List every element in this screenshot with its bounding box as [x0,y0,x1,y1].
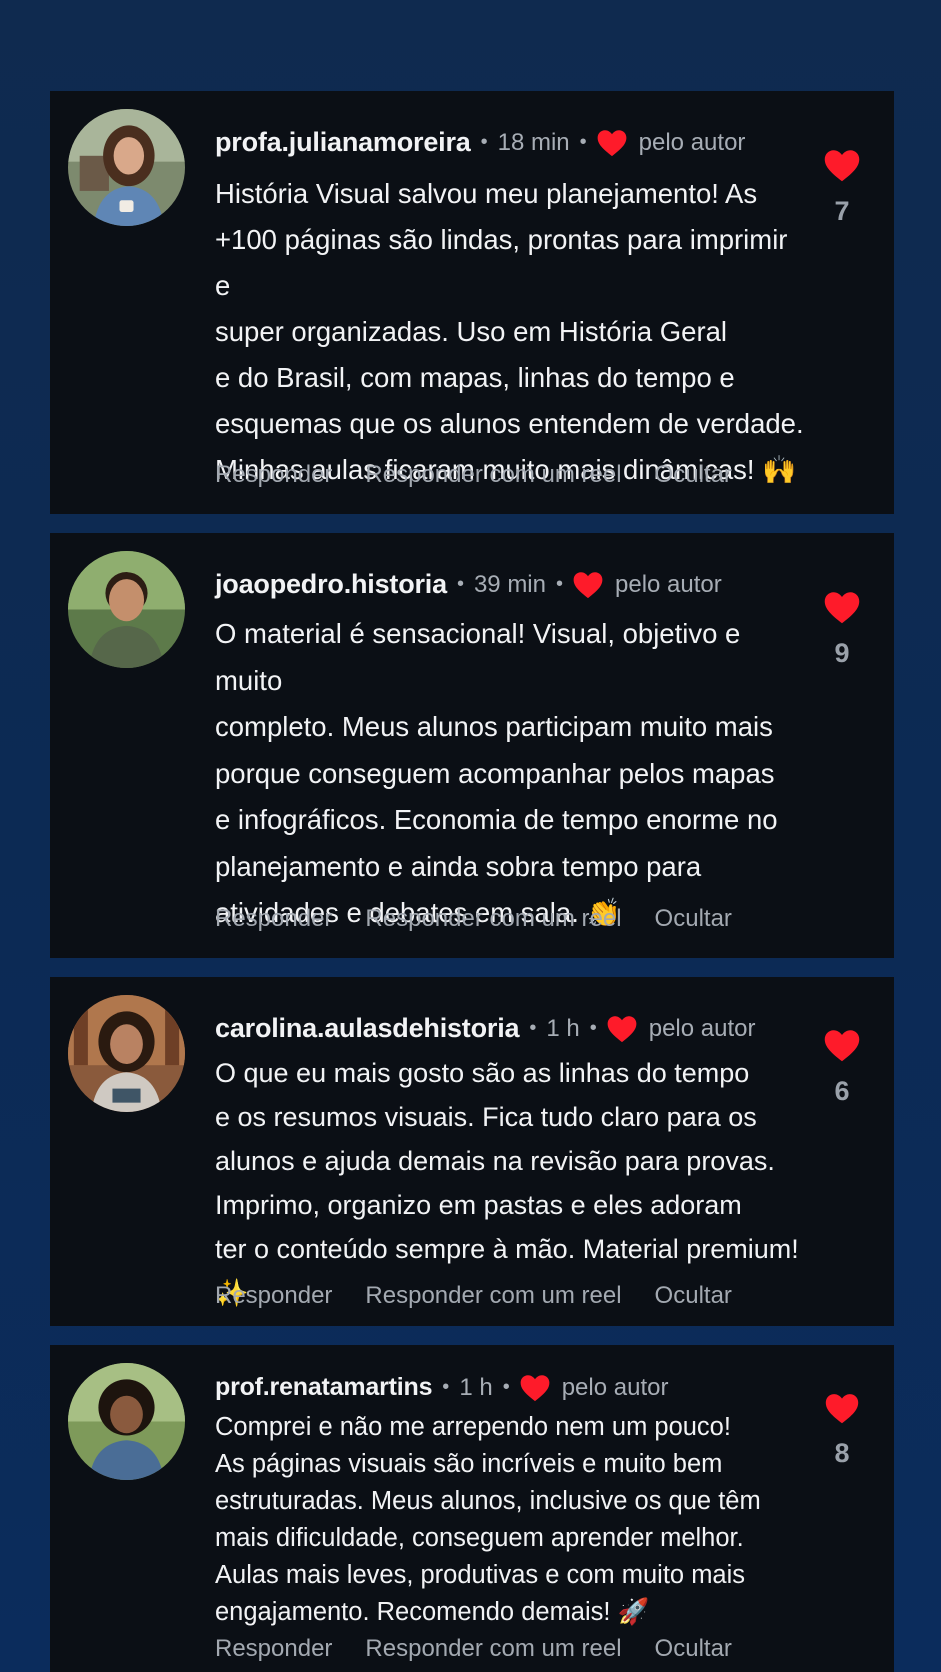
username[interactable]: carolina.aulasdehistoria [215,1013,520,1044]
timestamp: 39 min [473,570,546,598]
like-control: 9 [820,591,864,669]
timestamp: 1 h [546,1014,580,1042]
separator-dot: • [556,573,564,595]
comment-actions: Responder Responder com um reel Ocultar [215,1635,765,1663]
like-count: 6 [834,1076,850,1106]
separator-dot: • [442,1376,450,1398]
separator-dot: • [579,131,587,153]
comment-text: O que eu mais gosto são as linhas do tem… [215,1058,799,1308]
username[interactable]: prof.renatamartins [215,1373,432,1402]
author-like-label: pelo autor [561,1373,669,1401]
timestamp: 18 min [497,128,570,156]
comment-text: O material é sensacional! Visual, objeti… [215,618,778,928]
author-like-label: pelo autor [638,128,746,156]
like-count: 9 [834,638,850,668]
reply-button[interactable]: Responder [215,1282,332,1310]
separator-dot: • [456,573,464,595]
separator-dot: • [529,1017,537,1039]
heart-icon [520,1374,550,1401]
hide-button[interactable]: Ocultar [655,461,732,489]
heart-icon[interactable] [824,1029,860,1062]
comment-card: carolina.aulasdehistoria • 1 h • pelo au… [50,977,894,1326]
heart-icon [597,129,627,156]
username[interactable]: profa.julianamoreira [215,127,471,158]
hide-button[interactable]: Ocultar [655,1282,732,1310]
heart-icon[interactable] [824,149,860,182]
hide-button[interactable]: Ocultar [655,1635,732,1663]
avatar[interactable] [68,1363,185,1480]
reply-button[interactable]: Responder [215,905,332,933]
like-count: 8 [834,1438,850,1468]
reply-with-reel-button[interactable]: Responder com um reel [365,1282,621,1310]
reply-with-reel-button[interactable]: Responder com um reel [365,1635,621,1663]
hide-button[interactable]: Ocultar [655,905,732,933]
comment-card: prof.renatamartins • 1 h • pelo autor Co… [50,1345,894,1672]
username[interactable]: joaopedro.historia [215,569,447,600]
heart-icon [607,1015,637,1042]
comment-actions: Responder Responder com um reel Ocultar [215,905,765,933]
timestamp: 1 h [459,1373,493,1401]
comment-text: Comprei e não me arrependo nem um pouco!… [215,1413,761,1626]
comment-card: joaopedro.historia • 39 min • pelo autor… [50,533,894,958]
heart-icon[interactable] [825,1393,859,1424]
author-like-label: pelo autor [648,1014,756,1042]
reply-with-reel-button[interactable]: Responder com um reel [365,461,621,489]
reply-button[interactable]: Responder [215,1635,332,1663]
comment-actions: Responder Responder com um reel Ocultar [215,1282,765,1310]
author-like-label: pelo autor [615,570,722,598]
separator-dot: • [502,1376,510,1398]
like-count: 7 [834,196,850,226]
like-control: 6 [820,1029,864,1107]
reply-with-reel-button[interactable]: Responder com um reel [365,905,621,933]
heart-icon [573,571,603,598]
comment-text: História Visual salvou meu planejamento!… [215,178,804,485]
avatar[interactable] [68,109,185,226]
separator-dot: • [589,1017,597,1039]
reply-button[interactable]: Responder [215,461,332,489]
avatar[interactable] [68,551,185,668]
avatar[interactable] [68,995,185,1112]
comment-card: profa.julianamoreira • 18 min • pelo aut… [50,91,894,514]
comment-header: profa.julianamoreira • 18 min • pelo aut… [215,127,745,158]
comment-header: prof.renatamartins • 1 h • pelo autor [215,1373,668,1402]
like-control: 8 [820,1393,864,1469]
comment-header: joaopedro.historia • 39 min • pelo autor [215,569,722,600]
like-control: 7 [820,149,864,227]
comment-actions: Responder Responder com um reel Ocultar [215,461,765,489]
heart-icon[interactable] [824,591,860,624]
comment-header: carolina.aulasdehistoria • 1 h • pelo au… [215,1013,755,1044]
separator-dot: • [480,131,488,153]
